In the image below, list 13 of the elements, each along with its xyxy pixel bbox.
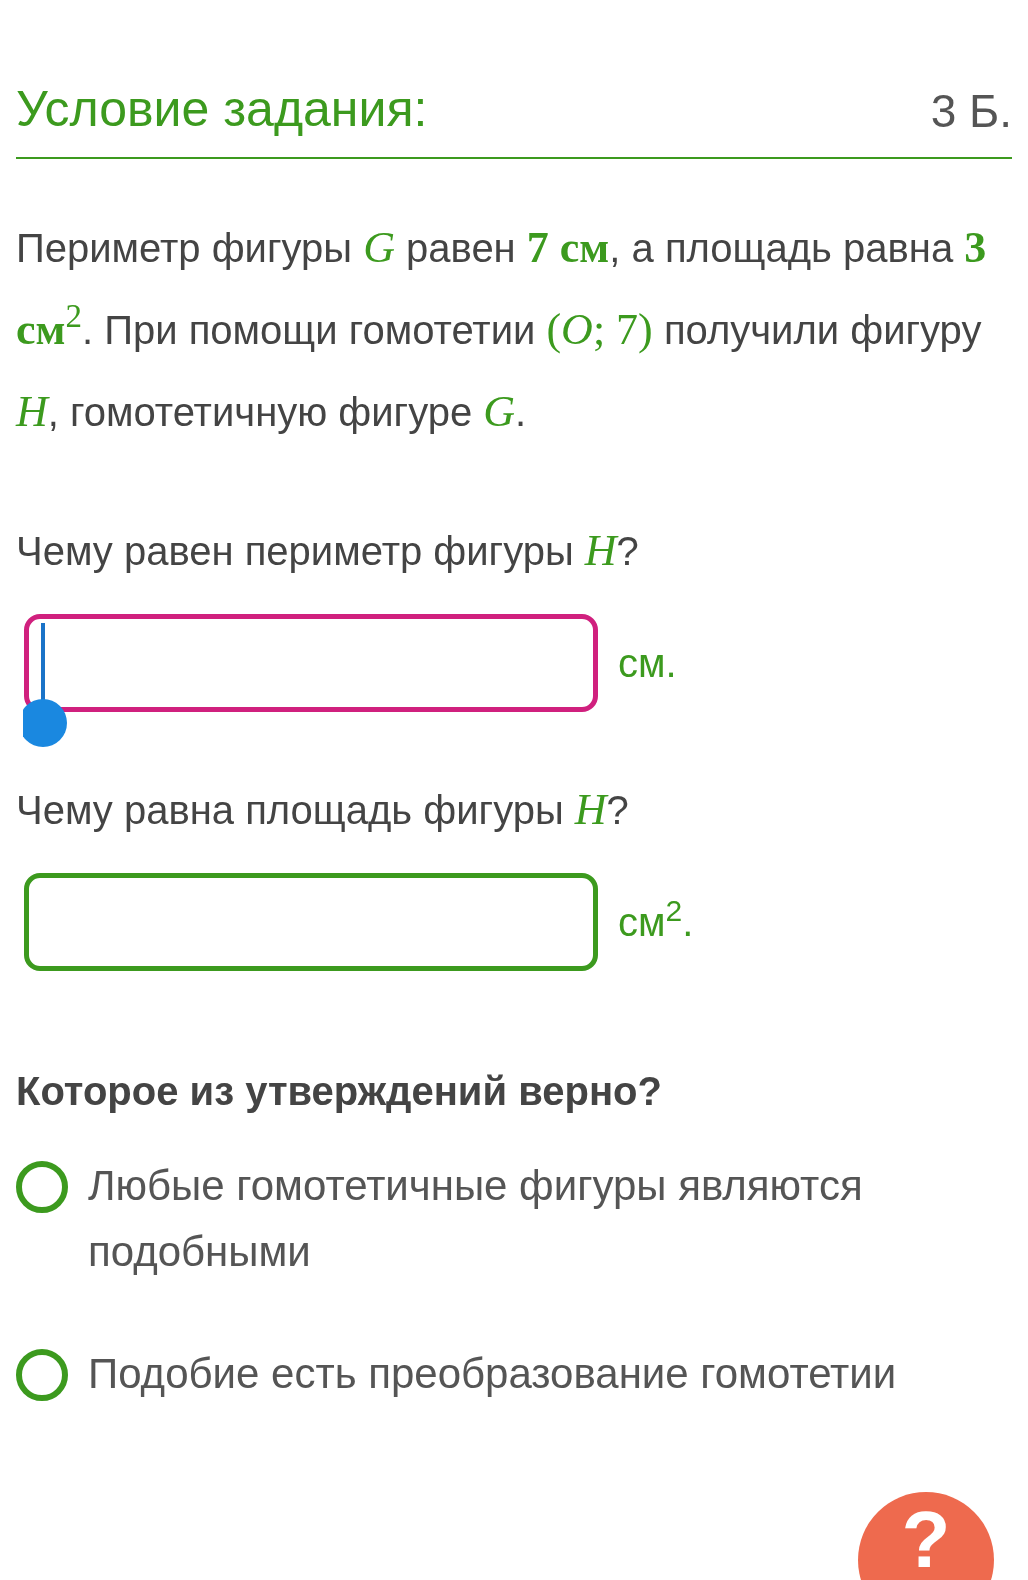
choice-question: Которое из утверждений верно? [16, 1067, 663, 1115]
question-text: Чему равна площадь фигуры H? [16, 783, 630, 836]
radio-button[interactable] [16, 1348, 68, 1401]
option-label[interactable]: Любые гомотетичные фигуры являются подобными [88, 1152, 1012, 1285]
problem-text: Периметр фигуры G равен 7 см, а площадь равна 3 см$^{2}$. При помощи гомотетии (O; 7) получили фигуру H, гомотетичную фигуре G. [16, 221, 988, 438]
points-label: 3 Б. [930, 84, 1012, 139]
answer-field[interactable] [24, 872, 598, 971]
question-text: Чему равен периметр фигуры H? [16, 524, 640, 577]
radio-button[interactable] [16, 1160, 68, 1213]
option-label[interactable]: Подобие есть преобразование гомотетии [88, 1340, 897, 1407]
unit-label: см$^{2}$. [618, 892, 694, 946]
unit-label: см. [618, 639, 677, 687]
section-title: Условие задания: [16, 80, 428, 139]
